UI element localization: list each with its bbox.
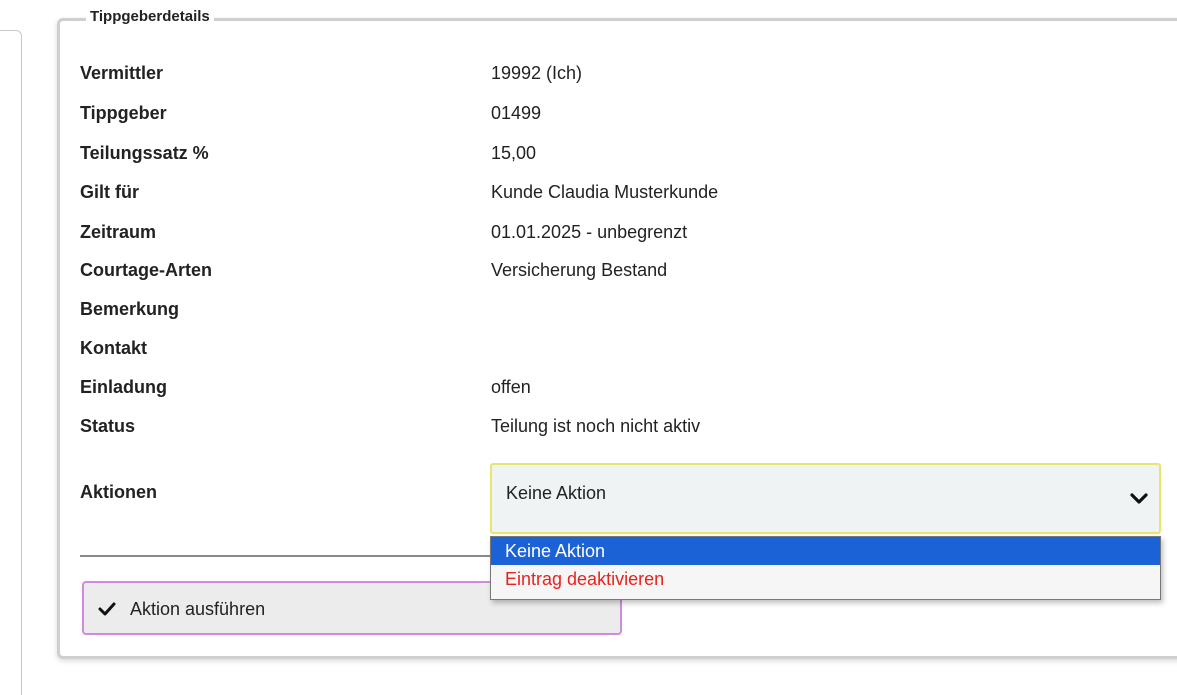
- aktionen-select-value: Keine Aktion: [506, 483, 607, 503]
- left-panel-border: [0, 30, 22, 695]
- label-gilt-fuer: Gilt für: [80, 182, 139, 202]
- divider: [80, 555, 490, 557]
- fieldset-legend: Tippgeberdetails: [86, 8, 214, 25]
- label-aktionen: Aktionen: [80, 482, 158, 502]
- check-icon: [98, 602, 116, 616]
- label-tippgeber: Tippgeber: [80, 103, 167, 123]
- label-einladung: Einladung: [80, 377, 167, 397]
- aktionen-dropdown-list: Keine Aktion Eintrag deaktivieren: [490, 536, 1161, 600]
- value-status: Teilung ist noch nicht aktiv: [491, 416, 701, 436]
- label-zeitraum: Zeitraum: [80, 222, 157, 242]
- aktionen-select[interactable]: Keine Aktion: [490, 463, 1161, 534]
- value-vermittler: 19992 (Ich): [491, 63, 583, 83]
- value-zeitraum: 01.01.2025 - unbegrenzt: [491, 222, 688, 242]
- label-teilungssatz: Teilungssatz %: [80, 143, 209, 163]
- label-vermittler: Vermittler: [80, 63, 164, 83]
- label-status: Status: [80, 416, 136, 436]
- label-courtage-arten: Courtage-Arten: [80, 260, 213, 280]
- aktion-ausfuehren-label: Aktion ausführen: [130, 599, 266, 619]
- label-bemerkung: Bemerkung: [80, 299, 180, 319]
- option-keine-aktion[interactable]: Keine Aktion: [491, 537, 1160, 565]
- chevron-down-icon: [1130, 493, 1148, 504]
- value-teilungssatz: 15,00: [491, 143, 537, 163]
- value-tippgeber: 01499: [491, 103, 542, 123]
- option-eintrag-deaktivieren[interactable]: Eintrag deaktivieren: [491, 565, 1160, 593]
- value-gilt-fuer: Kunde Claudia Musterkunde: [491, 182, 719, 202]
- label-kontakt: Kontakt: [80, 338, 147, 358]
- value-einladung: offen: [491, 377, 531, 397]
- value-courtage-arten: Versicherung Bestand: [491, 260, 668, 280]
